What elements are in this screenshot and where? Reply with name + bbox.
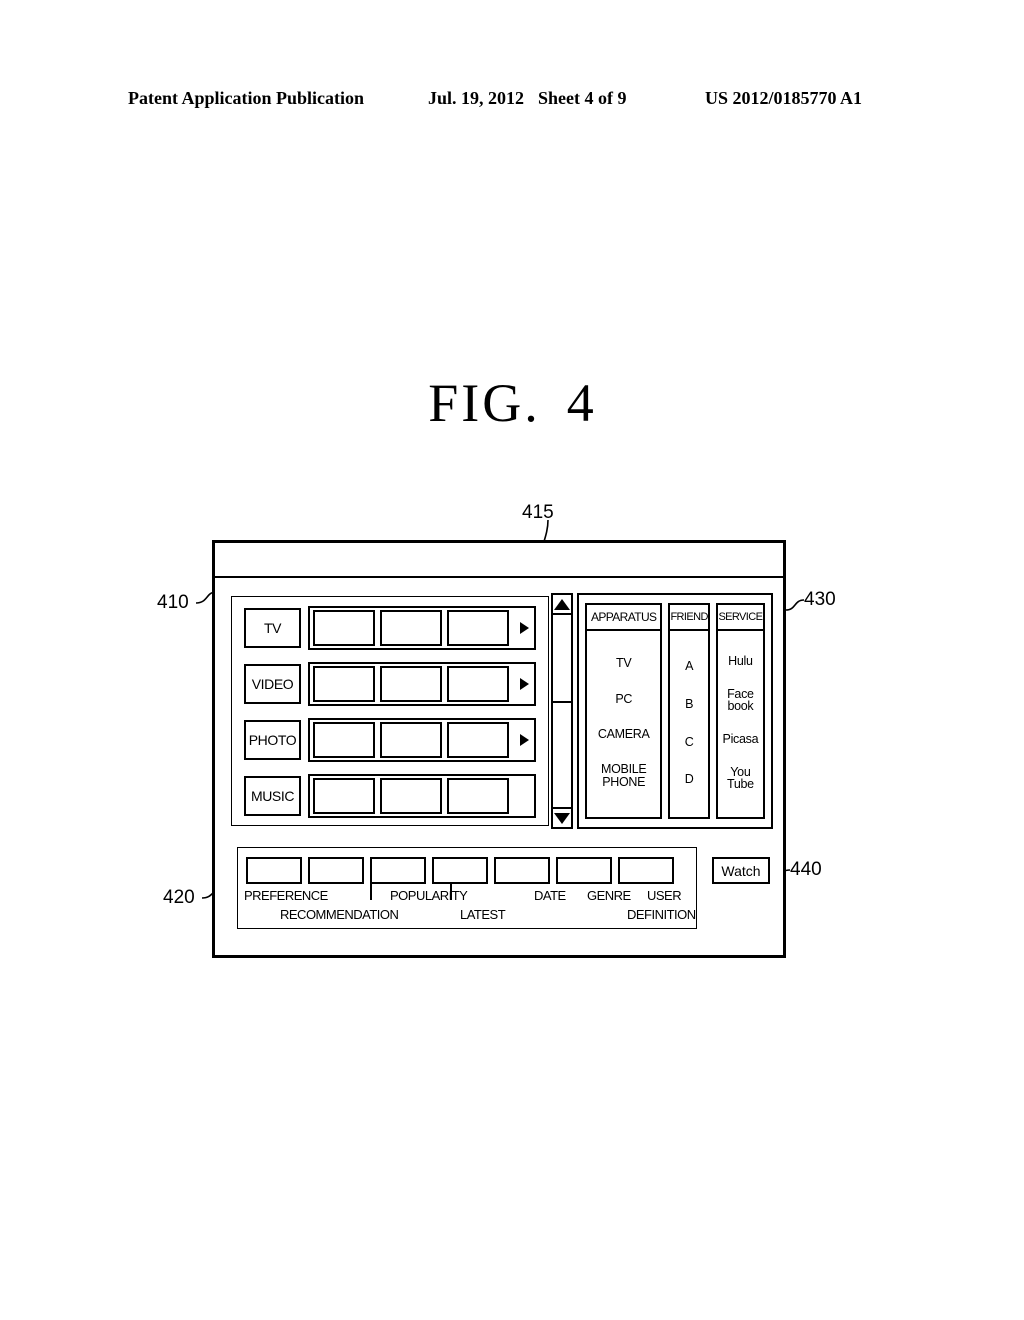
content-thumbnail[interactable] — [313, 610, 375, 646]
publication-date: Jul. 19, 2012 — [428, 88, 525, 108]
filter-item[interactable]: Hulu — [728, 655, 753, 668]
filter-panel: APPARATUS TV PC CAMERA MOBILE PHONE FRIE… — [577, 593, 773, 829]
figure-label: FIG. — [428, 373, 541, 433]
sort-option-labels: PREFERENCE RECOMMENDATION POPULARITY LAT… — [238, 882, 696, 928]
filter-item[interactable]: Face book — [727, 687, 754, 714]
category-row: TV — [244, 605, 538, 651]
device-title-bar — [215, 543, 783, 578]
sort-option-box[interactable] — [308, 857, 364, 884]
sort-option-box[interactable] — [618, 857, 674, 884]
scroll-down-button[interactable] — [553, 807, 571, 827]
content-thumbnail[interactable] — [313, 666, 375, 702]
reference-numeral-410: 410 — [157, 592, 189, 613]
sort-option-box[interactable] — [494, 857, 550, 884]
reference-numeral-440: 440 — [790, 859, 822, 880]
filter-column-friend: FRIEND A B C D — [668, 603, 710, 819]
content-thumbnail[interactable] — [313, 778, 375, 814]
category-row: VIDEO — [244, 661, 538, 707]
content-strip-music[interactable] — [308, 774, 536, 818]
filter-column-header: SERVICE — [717, 605, 763, 631]
filter-item[interactable]: D — [685, 773, 694, 786]
reference-numeral-420: 420 — [163, 887, 195, 908]
sort-option-box[interactable] — [432, 857, 488, 884]
filter-item[interactable]: TV — [616, 657, 632, 670]
patent-number: US 2012/0185770 A1 — [705, 88, 863, 108]
category-row: PHOTO — [244, 717, 538, 763]
sort-option-boxes — [246, 857, 674, 884]
sort-filter-bar: PREFERENCE RECOMMENDATION POPULARITY LAT… — [237, 847, 697, 929]
reference-numeral-430: 430 — [804, 589, 836, 610]
filter-column-service: SERVICE Hulu Face book Picasa You Tube — [715, 603, 765, 819]
triangle-up-icon — [554, 598, 570, 610]
figure-number: 4 — [566, 373, 596, 433]
content-thumbnail[interactable] — [380, 722, 442, 758]
reference-numeral-415: 415 — [522, 502, 554, 523]
sort-label-genre: GENRE — [587, 888, 631, 903]
sort-label-date: DATE — [534, 888, 566, 903]
patent-page-header: Patent Application Publication Jul. 19, … — [128, 88, 896, 114]
strip-next-arrow-icon[interactable] — [520, 678, 529, 690]
filter-item[interactable]: B — [685, 697, 693, 711]
content-thumbnail[interactable] — [447, 666, 509, 702]
sort-label-definition: DEFINITION — [627, 907, 696, 922]
content-thumbnail[interactable] — [447, 610, 509, 646]
sort-option-box[interactable] — [246, 857, 302, 884]
content-strip-tv[interactable] — [308, 606, 536, 650]
strip-next-arrow-icon[interactable] — [520, 734, 529, 746]
category-label-tv[interactable]: TV — [244, 608, 301, 648]
figure-title: FIG. 4 — [0, 372, 1024, 434]
device-screen-frame: TV VIDEO PHOTO MUSIC APPARATUS TV PC CAM… — [212, 540, 786, 958]
sort-option-box[interactable] — [556, 857, 612, 884]
filter-item[interactable]: You Tube — [727, 765, 754, 792]
sort-option-box[interactable] — [370, 857, 426, 884]
sort-label-popularity: POPULARITY — [390, 888, 468, 903]
content-thumbnail[interactable] — [380, 610, 442, 646]
content-browser-panel: TV VIDEO PHOTO MUSIC — [231, 596, 549, 826]
filter-item[interactable]: C — [685, 735, 694, 749]
category-label-music[interactable]: MUSIC — [244, 776, 301, 816]
sort-label-latest: LATEST — [460, 907, 506, 922]
sort-label-preference: PREFERENCE — [244, 888, 328, 903]
content-thumbnail[interactable] — [380, 778, 442, 814]
publication-label: Patent Application Publication — [128, 88, 365, 108]
triangle-down-icon — [554, 812, 570, 824]
sheet-number: Sheet 4 of 9 — [538, 88, 627, 108]
figure-drawing: TV VIDEO PHOTO MUSIC APPARATUS TV PC CAM… — [0, 480, 1024, 1000]
content-thumbnail[interactable] — [447, 722, 509, 758]
content-thumbnail[interactable] — [313, 722, 375, 758]
vertical-scrollbar[interactable] — [551, 593, 573, 829]
watch-button[interactable]: Watch — [712, 857, 770, 884]
sort-label-tick — [370, 882, 372, 900]
filter-column-header: APPARATUS — [587, 605, 661, 631]
content-thumbnail[interactable] — [380, 666, 442, 702]
content-thumbnail[interactable] — [447, 778, 509, 814]
strip-next-arrow-icon[interactable] — [520, 622, 529, 634]
content-strip-video[interactable] — [308, 662, 536, 706]
scrollbar-thumb[interactable] — [553, 615, 571, 703]
filter-item[interactable]: MOBILE PHONE — [601, 763, 647, 789]
category-label-photo[interactable]: PHOTO — [244, 720, 301, 760]
filter-column-apparatus: APPARATUS TV PC CAMERA MOBILE PHONE — [585, 603, 663, 819]
filter-column-body: A B C D — [670, 631, 707, 817]
sort-label-user: USER — [647, 888, 682, 903]
scroll-up-button[interactable] — [553, 595, 571, 615]
filter-column-header: FRIEND — [670, 605, 708, 631]
filter-column-body: Hulu Face book Picasa You Tube — [718, 631, 763, 817]
content-strip-photo[interactable] — [308, 718, 536, 762]
category-label-video[interactable]: VIDEO — [244, 664, 301, 704]
filter-item[interactable]: Picasa — [723, 733, 759, 746]
category-row: MUSIC — [244, 773, 538, 819]
filter-item[interactable]: PC — [615, 692, 632, 706]
filter-column-body: TV PC CAMERA MOBILE PHONE — [587, 631, 660, 817]
filter-item[interactable]: A — [685, 660, 693, 673]
filter-item[interactable]: CAMERA — [598, 728, 650, 741]
sort-label-recommendation: RECOMMENDATION — [280, 907, 399, 922]
